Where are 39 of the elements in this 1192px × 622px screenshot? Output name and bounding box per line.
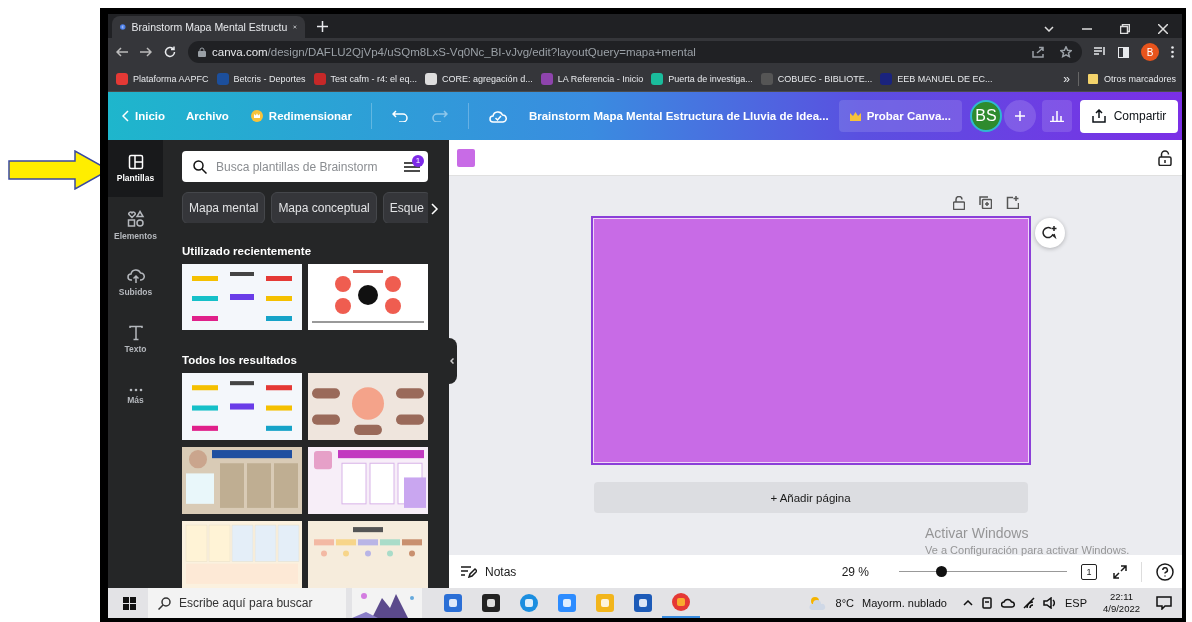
design-title[interactable]: Brainstorm Mapa Mental Estructura de Lluvia de Idea... [528,110,829,122]
activation-message: Ve a Configuración para activar Windows. [925,544,1130,556]
page-count-button[interactable]: 1 [1081,563,1097,580]
zoom-level: 29 % [841,564,869,579]
bookmark[interactable]: EEB MANUEL DE EC... [880,72,993,85]
url-text: canva.com/design/DAFLU2QjVp4/uSQm8LxS-Vq0Nc_BI-vJvg/edit?layoutQuery=mapa+mental [212,46,696,58]
bookmark-folder[interactable]: Otros marcadores [1086,72,1176,85]
language-indicator[interactable]: ESP [1065,597,1087,609]
clock[interactable]: 22:11 4/9/2022 [1103,591,1140,615]
bookmark[interactable]: Puerta de investiga... [651,72,753,85]
tab-title: Brainstorm Mapa Mental Estructu [131,21,288,33]
address-bar[interactable]: canva.com/design/DAFLU2QjVp4/uSQm8LxS-Vq0Nc_BI-vJvg/edit?layoutQuery=mapa+mental [188,41,1082,63]
try-pro-button[interactable]: Probar Canva... [838,100,962,132]
category-chip[interactable]: Mapa mental [182,192,266,223]
section-heading: Todos los resultados [182,354,298,366]
filter-button[interactable]: 1 [404,159,420,174]
notes-button[interactable]: Notas [485,564,517,579]
activation-title: Activar Windows [925,525,1030,541]
category-chip[interactable]: Mapa conceptual [271,192,377,223]
filter-count-badge: 1 [412,154,424,167]
profile-avatar[interactable]: B [1141,43,1159,61]
bookmark[interactable]: Plataforma AAPFC [116,72,209,85]
bookmark[interactable]: COBUEC - BIBLIOTE... [760,72,873,85]
sidebar-tab[interactable]: Plantillas [108,140,163,197]
browser-tab[interactable]: Brainstorm Mapa Mental Estructu [112,16,305,38]
user-avatar[interactable]: BS [970,100,1002,132]
taskbar-search-field[interactable]: Escribe aquí para buscar [148,588,346,618]
section-heading: Utilizado recientemente [182,245,313,257]
add-page-button[interactable]: + Añadir página [593,482,1028,513]
weather-status: Mayorm. nublado [862,597,947,609]
bookmark[interactable]: LA Referencia - Inicio [540,72,644,85]
category-chip[interactable]: Esque [382,192,428,223]
share-button[interactable]: Compartir [1080,99,1178,133]
search-field[interactable]: Busca plantillas de Brainstorm 1 [182,151,428,182]
more-bookmarks[interactable]: » [1063,71,1070,86]
bookmark[interactable]: CORE: agregación d... [425,72,533,85]
bookmark[interactable]: Test cafm - r4: el eq... [313,72,418,85]
bookmark[interactable]: Betcris - Deportes [216,72,306,85]
temperature: 8°C [835,597,854,609]
